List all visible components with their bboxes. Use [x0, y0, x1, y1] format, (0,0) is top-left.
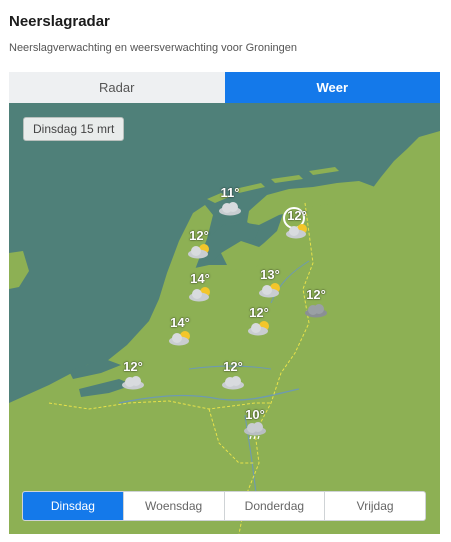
- forecast-marker[interactable]: 13°: [250, 267, 290, 307]
- view-tabs: Radar Weer: [9, 72, 440, 103]
- forecast-marker[interactable]: 11°: [210, 185, 250, 225]
- forecast-temp: 14°: [170, 315, 190, 330]
- day-button-donderdag[interactable]: Donderdag: [223, 492, 325, 520]
- partly-cloudy-icon: [189, 287, 210, 302]
- forecast-temp: 12°: [123, 359, 143, 374]
- tab-weer[interactable]: Weer: [224, 72, 440, 103]
- date-badge: Dinsdag 15 mrt: [23, 117, 125, 141]
- forecast-marker[interactable]: 12°: [277, 208, 317, 248]
- forecast-marker[interactable]: 12°: [213, 359, 253, 399]
- forecast-temp: 13°: [260, 267, 280, 282]
- forecast-temp: 10°: [245, 407, 265, 422]
- forecast-marker[interactable]: 12°: [113, 359, 153, 399]
- forecast-temp: 12°: [287, 208, 307, 223]
- forecast-marker[interactable]: 14°: [160, 315, 200, 355]
- cloud-icon: [219, 202, 241, 216]
- day-button-vrijdag[interactable]: Vrijdag: [324, 492, 425, 520]
- dark-cloud-icon: [305, 304, 327, 318]
- forecast-marker[interactable]: 12°: [296, 287, 336, 327]
- partly-cloudy-icon: [259, 283, 280, 298]
- forecast-temp: 11°: [220, 185, 240, 200]
- day-selector: Dinsdag Woensdag Donderdag Vrijdag: [22, 491, 426, 521]
- page-subtitle: Neerslagverwachting en weersverwachting …: [9, 42, 297, 54]
- forecast-temp: 14°: [190, 271, 210, 286]
- cloud-icon: [222, 376, 244, 390]
- page-title: Neerslagradar: [9, 13, 110, 30]
- day-button-woensdag[interactable]: Woensdag: [122, 492, 224, 520]
- forecast-temp: 12°: [189, 228, 209, 243]
- partly-cloudy-icon: [248, 321, 269, 336]
- partly-cloudy-icon: [188, 244, 209, 259]
- weather-map[interactable]: Dinsdag 15 mrt 11° 12° 12° 14° 13° 12° 1…: [9, 103, 440, 534]
- partly-cloudy-icon: [169, 331, 190, 346]
- rain-cloud-icon: [244, 422, 266, 440]
- tab-radar[interactable]: Radar: [9, 72, 225, 103]
- map-background: [9, 103, 440, 534]
- day-button-dinsdag[interactable]: Dinsdag: [23, 492, 123, 520]
- forecast-temp: 12°: [306, 287, 326, 302]
- partly-cloudy-icon: [286, 224, 307, 239]
- cloud-icon: [122, 376, 144, 390]
- forecast-temp: 12°: [223, 359, 243, 374]
- forecast-marker[interactable]: 12°: [179, 228, 219, 268]
- forecast-temp: 12°: [249, 305, 269, 320]
- forecast-marker[interactable]: 12°: [239, 305, 279, 345]
- forecast-marker[interactable]: 10°: [235, 407, 275, 447]
- forecast-marker[interactable]: 14°: [180, 271, 220, 311]
